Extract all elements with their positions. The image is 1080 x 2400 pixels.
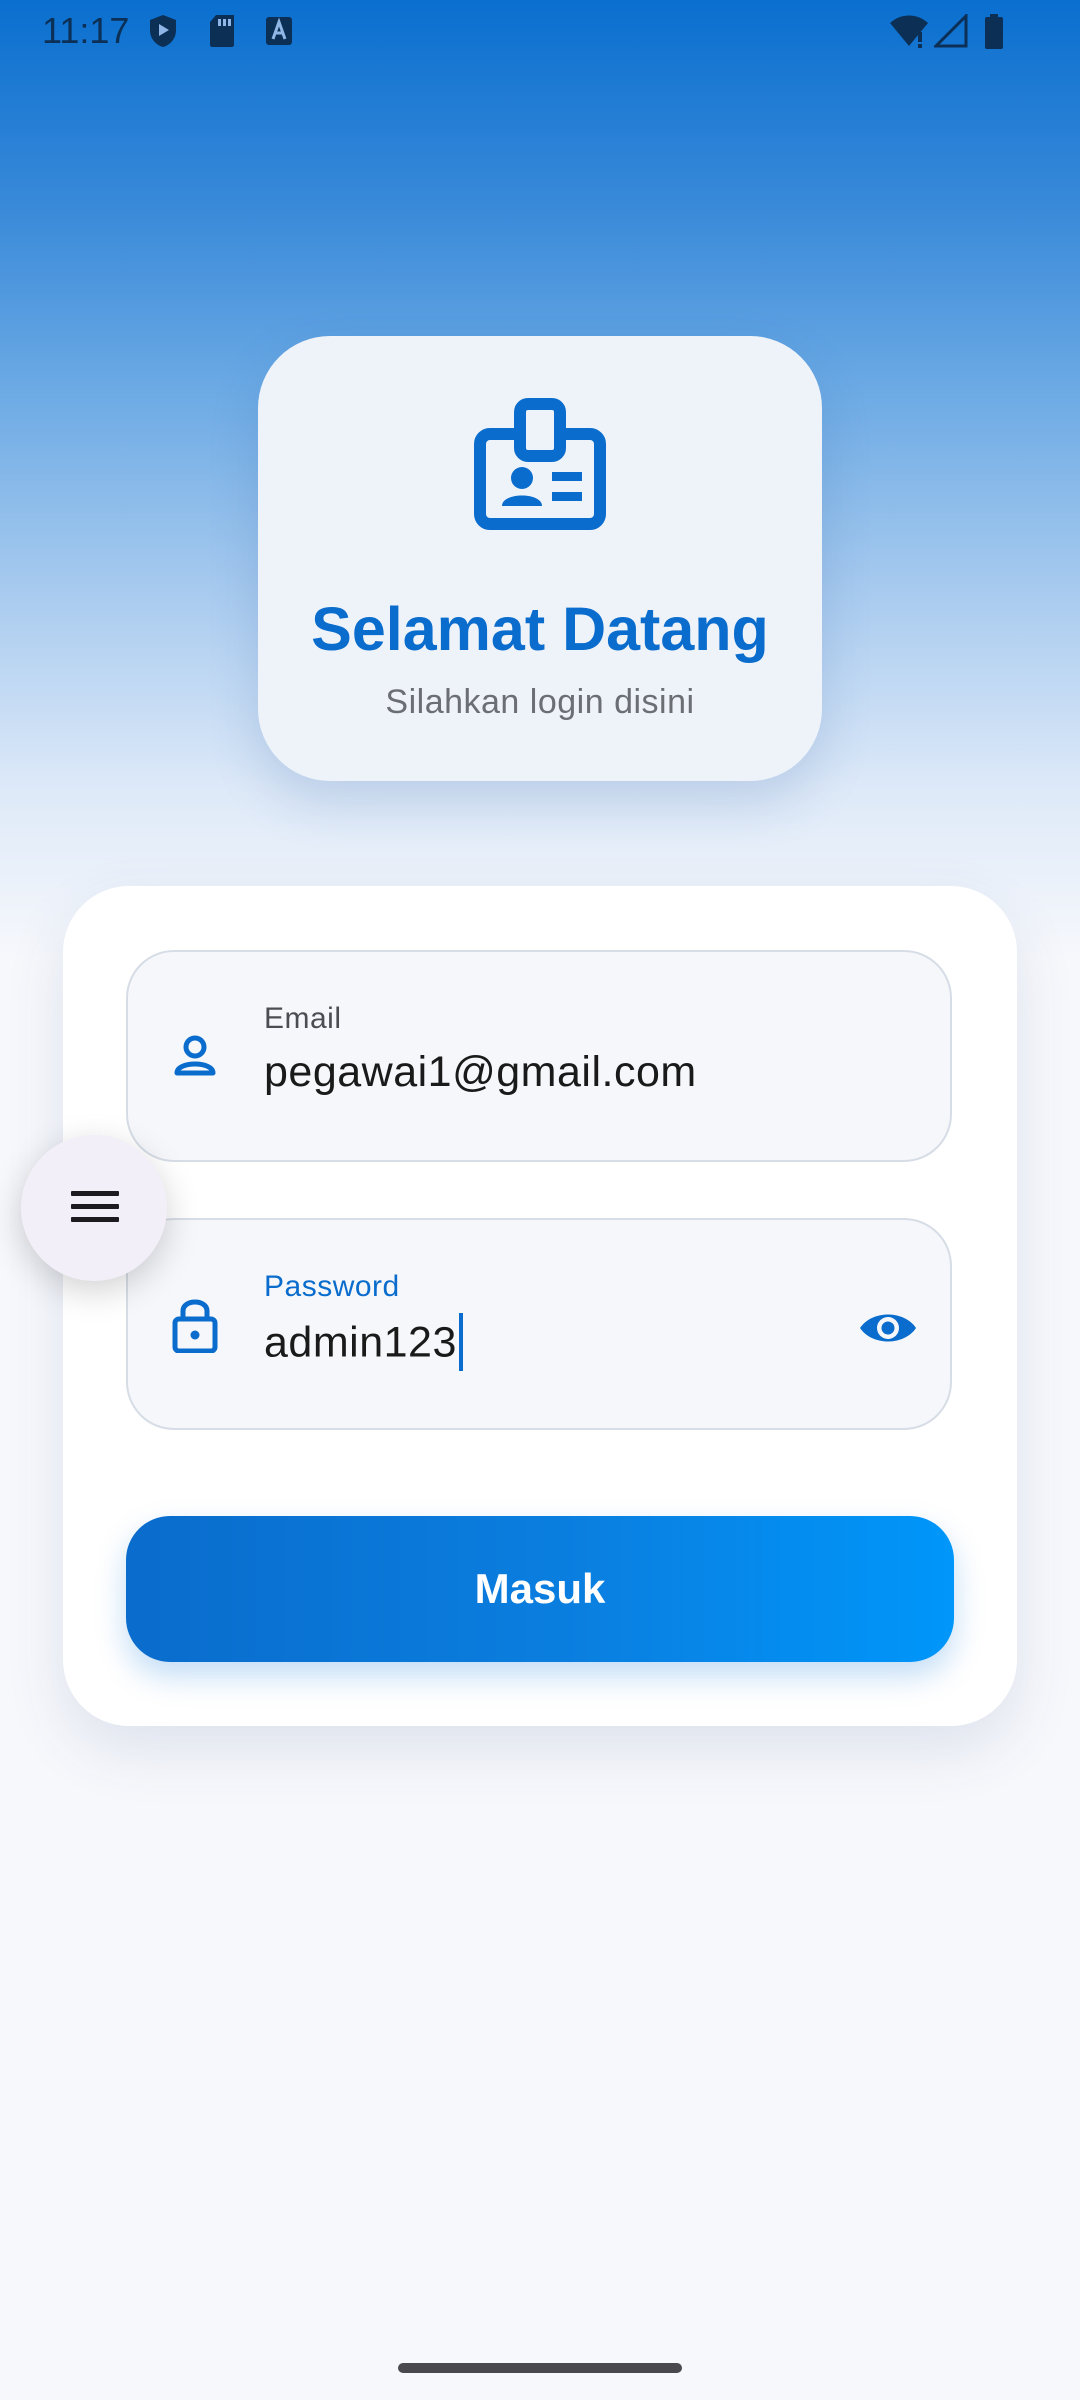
person-icon [174, 1035, 216, 1076]
home-indicator[interactable] [398, 2363, 682, 2373]
hamburger-menu-icon [71, 1191, 119, 1222]
email-input[interactable]: pegawai1@gmail.com [264, 1048, 697, 1097]
battery-icon [985, 14, 1003, 49]
email-label: Email [264, 1002, 342, 1035]
menu-button[interactable] [21, 1135, 167, 1281]
welcome-card: Selamat Datang Silahkan login disini [258, 336, 822, 781]
status-bar: 11:17 [0, 0, 1080, 62]
welcome-subtitle: Silahkan login disini [385, 683, 695, 721]
login-form-card: Email pegawai1@gmail.com Password admin1… [63, 886, 1017, 1726]
email-field[interactable]: Email pegawai1@gmail.com [126, 950, 952, 1162]
lock-icon [172, 1299, 218, 1353]
login-button[interactable]: Masuk [126, 1516, 954, 1662]
password-value: admin123 [264, 1318, 457, 1367]
welcome-title: Selamat Datang [311, 595, 769, 663]
input-method-icon [266, 17, 292, 45]
cellular-signal-icon [934, 14, 968, 48]
id-badge-icon [474, 398, 606, 530]
shield-icon [150, 15, 176, 47]
status-time: 11:17 [42, 10, 130, 51]
password-input[interactable]: admin123 [264, 1313, 463, 1374]
wifi-icon [890, 15, 928, 48]
password-label: Password [264, 1270, 400, 1303]
password-field[interactable]: Password admin123 [126, 1218, 952, 1430]
sd-card-icon [210, 15, 234, 47]
eye-icon[interactable] [858, 1298, 918, 1358]
text-cursor [458, 1313, 463, 1371]
